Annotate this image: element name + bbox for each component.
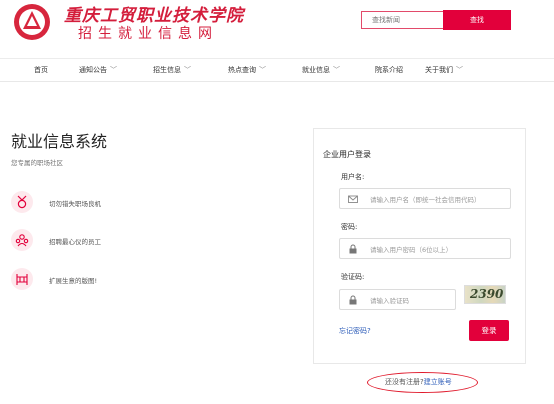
nav-item-departments[interactable]: 院系介绍 [375, 59, 403, 81]
chevron-down-icon: ﹀ [110, 66, 117, 74]
chevron-down-icon: ﹀ [456, 66, 463, 74]
captcha-placeholder: 请输入验证码 [370, 297, 409, 305]
captcha-field[interactable]: 请输入验证码 [339, 289, 456, 310]
page-title: 就业信息系统 [11, 132, 108, 151]
password-placeholder: 请输入用户密码（6位以上） [370, 246, 453, 254]
main-nav: 首页 通知公告 ﹀ 招生信息 ﹀ 热点查询 ﹀ 就业信息 ﹀ 院系介绍 关于我们 ﹀ [0, 58, 554, 82]
fence-icon [11, 268, 33, 290]
feature-text: 扩展生意的版图! [49, 277, 98, 285]
page-subtitle: 您专属的职场社区 [11, 159, 63, 167]
medal-icon [11, 191, 33, 213]
username-label: 用户名: [341, 173, 365, 181]
nav-item-home[interactable]: 首页 [34, 59, 48, 81]
forgot-password-link[interactable]: 忘记密码? [339, 326, 371, 336]
login-card: 企业用户登录 用户名: 请输入用户名（即统一社会信用代码） 密码: 请输入用户密… [313, 128, 526, 364]
password-field[interactable]: 请输入用户密码（6位以上） [339, 238, 511, 259]
username-placeholder: 请输入用户名（即统一社会信用代码） [370, 196, 481, 204]
feature-text: 切勿错失职场良机 [49, 200, 101, 208]
login-button[interactable]: 登录 [469, 320, 509, 341]
search-input[interactable] [361, 11, 443, 29]
nav-item-about[interactable]: 关于我们 ﹀ [425, 59, 463, 81]
captcha-text: 2390 [470, 287, 504, 301]
chevron-down-icon: ﹀ [259, 66, 266, 74]
nav-item-employment[interactable]: 就业信息 ﹀ [302, 59, 340, 81]
password-label: 密码: [341, 223, 358, 231]
feature-text: 招聘最心仪的员工 [49, 238, 101, 246]
captcha-label: 验证码: [341, 273, 365, 281]
site-header: 重庆工贸职业技术学院 招生就业信息网 查找 [0, 0, 554, 58]
register-link[interactable]: 建立账号 [424, 378, 452, 386]
chevron-down-icon: ﹀ [333, 66, 340, 74]
envelope-icon [348, 195, 358, 203]
register-prompt-text: 还没有注册? [385, 378, 424, 386]
login-title: 企业用户登录 [323, 150, 371, 159]
captcha-image[interactable]: 2390 [464, 285, 506, 304]
site-name: 招生就业信息网 [78, 26, 218, 42]
nav-item-notices[interactable]: 通知公告 ﹀ [79, 59, 117, 81]
lock-icon [349, 295, 357, 305]
people-icon [11, 229, 33, 251]
username-field[interactable]: 请输入用户名（即统一社会信用代码） [339, 188, 511, 209]
chevron-down-icon: ﹀ [184, 66, 191, 74]
lock-icon [349, 244, 357, 254]
nav-item-admissions[interactable]: 招生信息 ﹀ [153, 59, 191, 81]
register-prompt: 还没有注册?建立账号 [385, 377, 452, 387]
nav-item-hot-query[interactable]: 热点查询 ﹀ [228, 59, 266, 81]
school-logo-icon[interactable] [14, 4, 50, 40]
search-button[interactable]: 查找 [443, 10, 511, 30]
